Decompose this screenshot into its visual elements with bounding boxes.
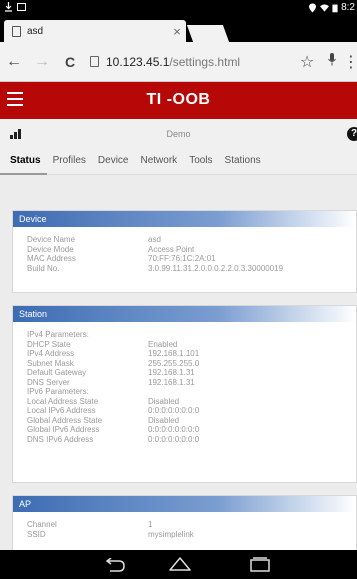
voice-search-icon[interactable] xyxy=(321,52,343,71)
device-name-label: Demo xyxy=(166,129,191,139)
status-bar: 8:2 xyxy=(0,0,357,16)
browser-tab-strip: asd × xyxy=(0,16,357,42)
tab-close-button[interactable]: × xyxy=(168,24,186,39)
back-button[interactable]: ← xyxy=(0,53,28,71)
tab-network[interactable]: Network xyxy=(135,149,184,175)
info-row: Global IPv6 Address 0:0:0:0:0:0:0:0 xyxy=(27,425,200,434)
location-icon xyxy=(309,3,317,12)
station-panel: Station IPv4 Parameters: DHCP State Enabl… xyxy=(12,305,357,483)
info-row: Local Address State Disabled xyxy=(27,396,180,406)
app-title: TI -OOB xyxy=(146,91,211,108)
info-row: IPv6 Parameters: xyxy=(27,387,89,396)
url-path: /settings.html xyxy=(169,54,241,69)
info-row: Device Name asd xyxy=(27,235,161,244)
back-nav-icon[interactable] xyxy=(104,558,126,572)
url-host: 10.123.45.1 xyxy=(106,54,170,69)
browser-tab[interactable]: asd × xyxy=(4,20,186,42)
reload-button[interactable]: C xyxy=(56,54,84,70)
status-content[interactable]: Device Device Name asd Device Mode Access … xyxy=(0,175,357,550)
settings-tabs: Status Profiles Device Network Tools Sta… xyxy=(0,149,357,175)
url-field[interactable]: 10.123.45.1/settings.html xyxy=(84,55,293,69)
info-row: DNS Server 192.168.1.31 xyxy=(27,377,195,387)
home-nav-icon[interactable] xyxy=(168,557,192,571)
info-row: Subnet Mask 255.255.255.0 xyxy=(27,358,200,368)
help-icon[interactable]: ? xyxy=(347,127,357,141)
wifi-icon xyxy=(320,3,330,12)
info-row: Global Address State Disabled xyxy=(27,415,180,425)
info-row: IPv4 Parameters: xyxy=(27,330,89,339)
new-tab-button[interactable] xyxy=(186,25,230,42)
panel-title: Station xyxy=(13,306,356,322)
info-row: MAC Address 70:FF:76:1C:2A:01 xyxy=(27,254,216,263)
battery-icon xyxy=(332,4,338,12)
page-info-icon[interactable] xyxy=(90,56,99,67)
app-header: TI -OOB xyxy=(0,82,357,119)
info-row: Channel 1 xyxy=(27,520,153,529)
info-row: Device Mode Access Point xyxy=(27,244,195,254)
system-nav-bar xyxy=(0,550,357,579)
tab-tools[interactable]: Tools xyxy=(183,149,218,175)
info-row: IPv4 Address 192.168.1.101 xyxy=(27,349,200,358)
clock: 8:2 xyxy=(341,2,355,13)
info-row: Build No. 3.0.99.11.31.2.0.0.0.2.2.0.3.30… xyxy=(27,263,284,273)
address-bar-area: ← → C 10.123.45.1/settings.html ☆ ⋮ xyxy=(0,42,357,82)
info-row: Default Gateway 192.168.1.31 xyxy=(27,368,195,377)
info-row: Local IPv6 Address 0:0:0:0:0:0:0:0 xyxy=(27,406,200,415)
tab-title: asd xyxy=(27,25,44,37)
forward-button[interactable]: → xyxy=(28,53,56,71)
ap-panel: AP Channel 1 SSID mysimplelink xyxy=(12,495,357,550)
panel-title: Device xyxy=(13,211,356,227)
info-row: DNS IPv6 Address 0:0:0:0:0:0:0:0 xyxy=(27,434,200,444)
device-panel: Device Device Name asd Device Mode Access … xyxy=(12,210,357,293)
panel-title: AP xyxy=(13,496,356,512)
recent-apps-icon[interactable] xyxy=(250,557,270,572)
info-row: DHCP State Enabled xyxy=(27,339,178,349)
tab-device[interactable]: Device xyxy=(92,149,135,175)
info-row: SSID mysimplelink xyxy=(27,529,194,539)
photo-icon xyxy=(17,3,26,11)
menu-button[interactable]: ⋮ xyxy=(343,52,357,72)
download-icon xyxy=(5,2,12,12)
tab-stations[interactable]: Stations xyxy=(219,149,267,175)
page-icon xyxy=(12,25,21,37)
tab-profiles[interactable]: Profiles xyxy=(47,149,92,175)
tab-status[interactable]: Status xyxy=(0,149,47,175)
mic-icon xyxy=(328,52,336,65)
device-bar: Demo ? xyxy=(0,119,357,149)
bookmark-star-icon[interactable]: ☆ xyxy=(293,52,321,72)
